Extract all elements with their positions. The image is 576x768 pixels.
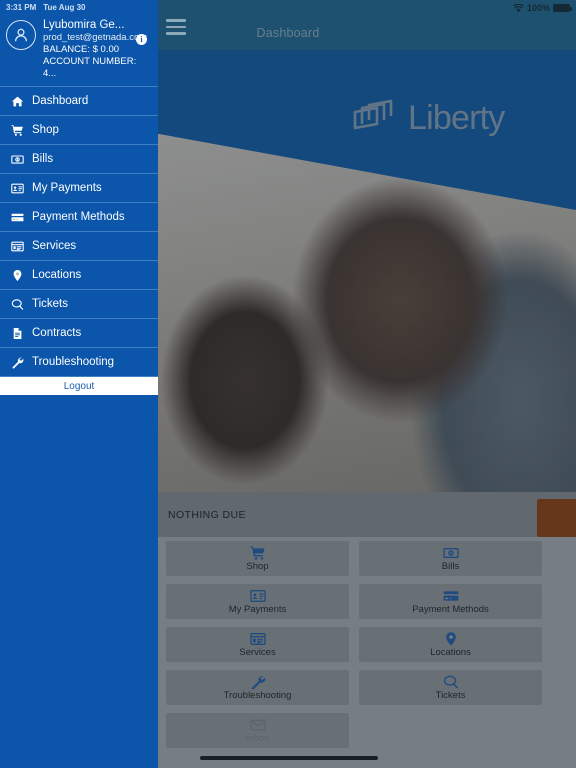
account-number-label: ACCOUNT NUMBER: 4...	[43, 56, 137, 79]
sidebar-item-label: Payment Methods	[32, 211, 125, 223]
shopping-cart-icon	[10, 124, 24, 137]
window-panel-icon	[249, 630, 266, 647]
document-icon	[10, 327, 24, 340]
dashboard-tile-grid: Shop Bills My Payments Payment Methods Servi…	[158, 541, 576, 748]
date-label: Tue Aug 30	[43, 2, 86, 12]
dashboard-tile-label: Services	[239, 647, 276, 659]
due-status-bar: NOTHING DUE	[158, 492, 576, 537]
wrench-icon	[10, 356, 24, 369]
dashboard-tile-label: Payment Methods	[412, 604, 489, 616]
credit-card-icon	[10, 211, 24, 224]
battery-full-icon	[553, 4, 572, 12]
dashboard-tile-label: Tickets	[435, 690, 466, 702]
user-account-header[interactable]: Lyubomira Ge... prod_test@getnada.com BA…	[0, 14, 158, 86]
user-name-label: Lyubomira Ge...	[43, 19, 125, 31]
drawer-status-bar: 3:31 PM Tue Aug 30	[0, 0, 158, 14]
clock-label: 3:31 PM	[6, 2, 37, 12]
drawer-filler	[0, 395, 158, 768]
sidebar-item-label: Shop	[32, 124, 59, 136]
info-icon[interactable]: i	[136, 34, 147, 45]
sidebar-item-label: Bills	[32, 153, 54, 165]
pay-now-button[interactable]	[537, 499, 576, 537]
battery-percent-label: 100%	[526, 3, 550, 13]
sidebar-item-bills[interactable]: Bills	[0, 144, 158, 173]
sidebar-item-locations[interactable]: Locations	[0, 260, 158, 289]
credit-card-icon	[443, 587, 459, 604]
sidebar-item-label: Services	[32, 240, 77, 252]
home-icon	[10, 95, 24, 108]
sidebar-item-services[interactable]: Services	[0, 231, 158, 260]
logout-button[interactable]: Logout	[0, 376, 158, 395]
dashboard-tile-tickets[interactable]: Tickets	[359, 670, 542, 705]
due-status-label: NOTHING DUE	[168, 508, 246, 521]
envelope-icon	[249, 716, 266, 733]
dashboard-tile-inbox: Inbox	[166, 713, 349, 748]
sidebar-item-label: Troubleshooting	[32, 356, 115, 368]
dashboard-tile-shop[interactable]: Shop	[166, 541, 349, 576]
map-pin-icon	[10, 269, 24, 282]
balance-label: BALANCE: $ 0.00	[43, 44, 120, 55]
sidebar-item-label: Tickets	[32, 298, 68, 310]
sidebar-item-troubleshooting[interactable]: Troubleshooting	[0, 347, 158, 376]
dashboard-tile-payment-methods[interactable]: Payment Methods	[359, 584, 542, 619]
window-panel-icon	[10, 240, 24, 253]
sidebar-item-label: My Payments	[32, 182, 102, 194]
chat-bubble-icon	[10, 298, 24, 311]
banknote-icon	[10, 153, 24, 166]
map-pin-icon	[443, 630, 459, 647]
dashboard-tile-troubleshooting[interactable]: Troubleshooting	[166, 670, 349, 705]
hamburger-menu-icon[interactable]	[166, 19, 186, 35]
dashboard-tile-label: Shop	[246, 561, 269, 573]
id-card-icon	[249, 587, 266, 604]
dashboard-tile-bills[interactable]: Bills	[359, 541, 542, 576]
home-indicator	[200, 756, 378, 760]
liberty-stacked-squares-icon	[348, 98, 398, 138]
navigation-drawer: 3:31 PM Tue Aug 30 Lyubomira Ge... prod_…	[0, 0, 158, 768]
wrench-icon	[250, 673, 266, 690]
user-avatar-icon	[6, 20, 36, 50]
dashboard-tile-label: My Payments	[228, 604, 287, 616]
dashboard-tile-label: Bills	[441, 561, 460, 573]
dashboard-tile-label: Locations	[430, 647, 471, 659]
sidebar-item-label: Dashboard	[32, 95, 89, 107]
wifi-icon	[512, 3, 524, 13]
dashboard-tile-services[interactable]: Services	[166, 627, 349, 662]
dashboard-tile-label: Troubleshooting	[223, 690, 292, 702]
chat-bubble-icon	[443, 673, 459, 690]
sidebar-item-shop[interactable]: Shop	[0, 115, 158, 144]
sidebar-item-label: Contracts	[32, 327, 82, 339]
sidebar-item-contracts[interactable]: Contracts	[0, 318, 158, 347]
dashboard-tile-label: Inbox	[245, 733, 270, 745]
drawer-menu-list: Dashboard Shop Bills My Payments Payment Met…	[0, 86, 158, 376]
brand-logo-text: Liberty	[408, 99, 505, 137]
sidebar-item-payment-methods[interactable]: Payment Methods	[0, 202, 158, 231]
sidebar-item-dashboard[interactable]: Dashboard	[0, 86, 158, 115]
dashboard-tile-my-payments[interactable]: My Payments	[166, 584, 349, 619]
brand-logo: Liberty	[348, 98, 505, 138]
id-card-icon	[10, 182, 24, 195]
shopping-cart-icon	[250, 544, 266, 561]
sidebar-item-tickets[interactable]: Tickets	[0, 289, 158, 318]
banknote-icon	[442, 544, 459, 561]
sidebar-item-label: Locations	[32, 269, 82, 281]
dashboard-tile-locations[interactable]: Locations	[359, 627, 542, 662]
sidebar-item-my-payments[interactable]: My Payments	[0, 173, 158, 202]
